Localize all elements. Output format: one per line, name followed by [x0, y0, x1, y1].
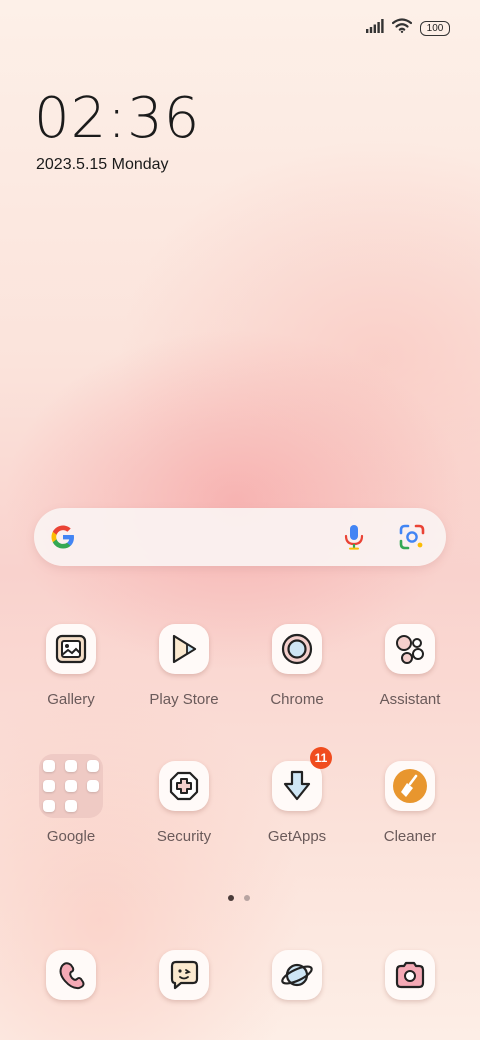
- app-assistant[interactable]: Assistant: [360, 624, 460, 708]
- browser-planet-icon[interactable]: [272, 950, 322, 1000]
- page-dot-active: [228, 895, 234, 901]
- app-play-store[interactable]: Play Store: [134, 624, 234, 708]
- clock-date[interactable]: 2023.5.15 Monday: [36, 156, 169, 174]
- assistant-icon[interactable]: [385, 624, 435, 674]
- notification-badge: 11: [310, 747, 332, 769]
- app-gallery[interactable]: Gallery: [21, 624, 121, 708]
- wifi-icon: [391, 18, 413, 38]
- security-icon[interactable]: [159, 761, 209, 811]
- app-folder-google[interactable]: Google: [21, 754, 121, 845]
- app-label: Assistant: [379, 691, 441, 708]
- google-logo-icon: [48, 522, 78, 552]
- status-bar: 100: [366, 16, 450, 40]
- gallery-icon[interactable]: [46, 624, 96, 674]
- getapps-icon[interactable]: 11: [272, 747, 332, 811]
- folder-app-icon: [65, 780, 77, 792]
- folder-app-icon: [87, 780, 99, 792]
- folder-app-icon: [43, 780, 55, 792]
- app-label: Cleaner: [383, 828, 437, 845]
- play-store-icon[interactable]: [159, 624, 209, 674]
- dock-camera[interactable]: [360, 950, 460, 1000]
- app-label: Google: [46, 828, 96, 845]
- google-folder-icon[interactable]: [39, 754, 103, 818]
- app-cleaner[interactable]: Cleaner: [360, 761, 460, 845]
- dock-messages[interactable]: [134, 950, 234, 1000]
- page-indicator: [228, 895, 250, 901]
- messages-icon[interactable]: [159, 950, 209, 1000]
- app-label: GetApps: [267, 828, 327, 845]
- app-label: Chrome: [270, 691, 324, 708]
- app-getapps[interactable]: 11 GetApps: [247, 747, 347, 845]
- folder-app-icon: [43, 800, 55, 812]
- battery-indicator: 100: [420, 20, 450, 36]
- app-security[interactable]: Security: [134, 761, 234, 845]
- lens-icon[interactable]: [398, 523, 426, 551]
- google-search-bar[interactable]: [34, 508, 446, 566]
- app-label: Gallery: [47, 691, 95, 708]
- app-chrome[interactable]: Chrome: [247, 624, 347, 708]
- app-label: Play Store: [149, 691, 219, 708]
- folder-app-icon: [65, 800, 77, 812]
- chrome-icon[interactable]: [272, 624, 322, 674]
- folder-app-icon: [43, 760, 55, 772]
- camera-icon[interactable]: [385, 950, 435, 1000]
- dock-phone[interactable]: [21, 950, 121, 1000]
- dock-browser[interactable]: [247, 950, 347, 1000]
- mic-icon[interactable]: [340, 523, 368, 551]
- folder-app-icon: [65, 760, 77, 772]
- app-label: Security: [156, 828, 212, 845]
- signal-icon: [366, 18, 384, 38]
- page-dot[interactable]: [244, 895, 250, 901]
- clock-time[interactable]: 02:36: [34, 86, 200, 151]
- folder-app-icon: [87, 760, 99, 772]
- phone-icon[interactable]: [46, 950, 96, 1000]
- cleaner-icon[interactable]: [385, 761, 435, 811]
